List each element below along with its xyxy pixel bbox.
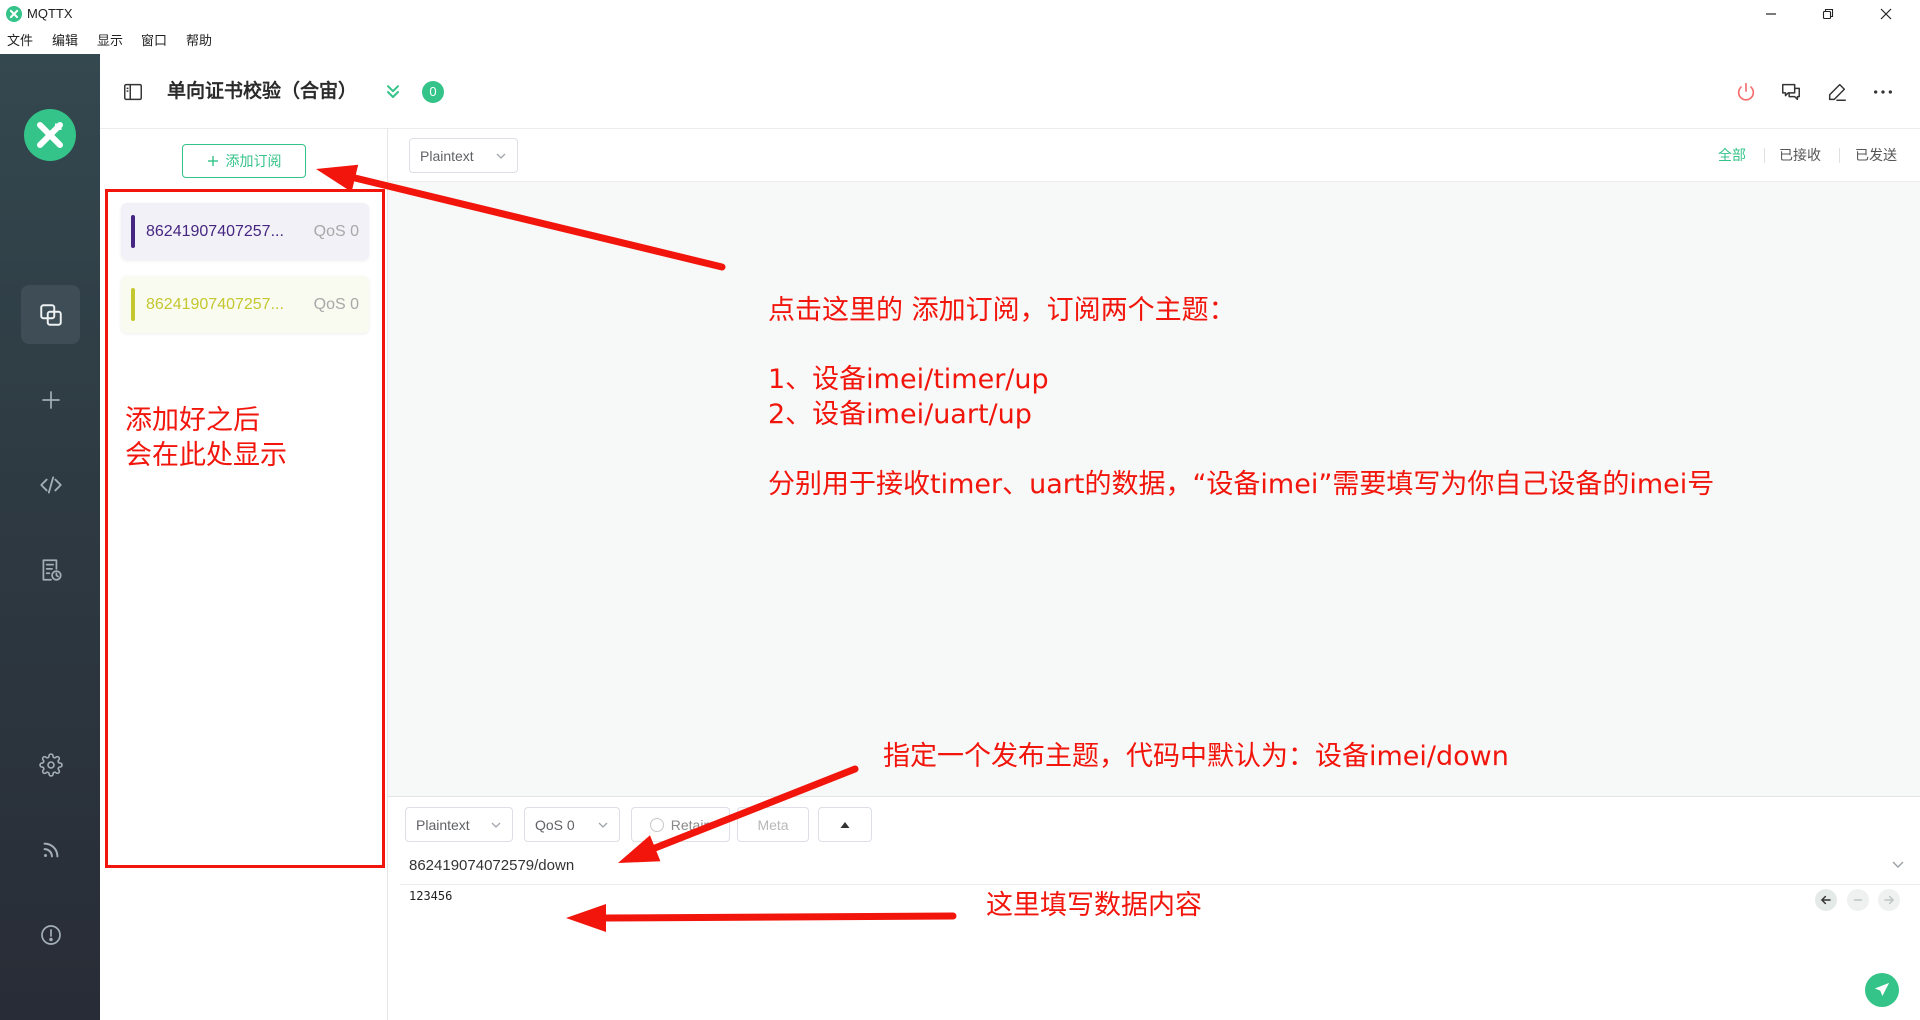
rss-icon bbox=[40, 839, 62, 861]
mqttx-logo-icon bbox=[6, 6, 22, 22]
menu-file[interactable]: 文件 bbox=[7, 28, 33, 54]
menu-help[interactable]: 帮助 bbox=[186, 28, 212, 54]
minimize-button[interactable] bbox=[1748, 0, 1794, 28]
message-format-value: Plaintext bbox=[420, 147, 474, 164]
add-subscription-label: 添加订阅 bbox=[225, 153, 282, 169]
publish-qos-select[interactable]: QoS 0 bbox=[524, 807, 620, 842]
connections-icon bbox=[38, 302, 64, 328]
sidebar-item-connections[interactable] bbox=[21, 285, 80, 344]
gear-icon bbox=[38, 752, 63, 777]
publish-qos-value: QoS 0 bbox=[535, 816, 575, 833]
meta-button[interactable]: Meta bbox=[737, 807, 809, 842]
sidebar bbox=[0, 54, 100, 1020]
caret-up-icon bbox=[840, 821, 850, 829]
publish-divider bbox=[400, 884, 1920, 885]
message-list[interactable] bbox=[388, 182, 1920, 796]
menu-window[interactable]: 窗口 bbox=[141, 28, 167, 54]
send-button[interactable] bbox=[1865, 973, 1899, 1007]
messages-icon bbox=[1780, 81, 1802, 103]
menu-edit[interactable]: 编辑 bbox=[52, 28, 78, 54]
connection-title: 单向证书校验（合宙） bbox=[167, 81, 358, 102]
messages-button[interactable] bbox=[1779, 80, 1803, 104]
log-icon bbox=[38, 557, 64, 583]
window-title: MQTTX bbox=[27, 6, 73, 21]
send-icon bbox=[1873, 981, 1891, 999]
subscription-color-bar bbox=[131, 288, 135, 321]
code-icon bbox=[38, 472, 64, 498]
filter-divider bbox=[1839, 148, 1840, 163]
filter-all[interactable]: 全部 bbox=[1718, 145, 1746, 165]
sidebar-item-about[interactable] bbox=[21, 905, 80, 964]
chevron-down-icon bbox=[490, 819, 502, 831]
plus-icon bbox=[39, 388, 63, 412]
history-clear-button[interactable] bbox=[1847, 889, 1869, 911]
sidebar-item-log[interactable] bbox=[21, 540, 80, 599]
history-prev-button[interactable] bbox=[1815, 889, 1837, 911]
chevron-double-down-icon[interactable] bbox=[383, 82, 403, 102]
mqttx-logo-icon bbox=[22, 107, 78, 163]
chevron-down-icon[interactable] bbox=[1890, 856, 1906, 872]
expand-publish-button[interactable] bbox=[818, 807, 872, 842]
edit-button[interactable] bbox=[1825, 80, 1849, 104]
message-format-select[interactable]: Plaintext bbox=[409, 138, 518, 173]
close-button[interactable] bbox=[1863, 0, 1909, 28]
arrow-right-icon bbox=[1882, 893, 1896, 907]
restore-button[interactable] bbox=[1805, 0, 1851, 28]
edit-icon bbox=[1826, 81, 1848, 103]
sidebar-item-settings[interactable] bbox=[21, 735, 80, 794]
retain-toggle[interactable]: Retain bbox=[631, 807, 730, 842]
minimize-icon bbox=[1765, 8, 1777, 20]
publish-format-select[interactable]: Plaintext bbox=[405, 807, 513, 842]
sidebar-item-new-connection[interactable] bbox=[21, 370, 80, 429]
menu-bar: 文件 编辑 显示 窗口 帮助 bbox=[0, 28, 1920, 54]
minus-icon bbox=[1851, 893, 1865, 907]
history-next-button[interactable] bbox=[1878, 889, 1900, 911]
publish-format-value: Plaintext bbox=[416, 816, 470, 833]
publish-payload-editor[interactable]: 123456 bbox=[409, 889, 1789, 1009]
messages-toolbar: Plaintext 全部 已接收 已发送 bbox=[388, 129, 1920, 182]
subscriptions-panel: 添加订阅 86241907407257... QoS 0 86241907407… bbox=[100, 129, 388, 1020]
subscription-item[interactable]: 86241907407257... QoS 0 bbox=[121, 203, 369, 260]
add-subscription-button[interactable]: 添加订阅 bbox=[182, 144, 306, 178]
filter-received[interactable]: 已接收 bbox=[1779, 145, 1821, 165]
chevron-down-icon bbox=[597, 819, 609, 831]
retain-radio[interactable] bbox=[649, 817, 664, 832]
sidebar-item-feed[interactable] bbox=[21, 820, 80, 879]
restore-icon bbox=[1822, 8, 1834, 20]
close-icon bbox=[1880, 8, 1892, 20]
subscription-qos: QoS 0 bbox=[313, 223, 359, 240]
arrow-left-icon bbox=[1819, 893, 1833, 907]
filter-divider bbox=[1764, 148, 1765, 163]
sidebar-item-script[interactable] bbox=[21, 455, 80, 514]
publish-panel: Plaintext QoS 0 Retain Meta 123456 bbox=[388, 796, 1920, 1020]
subscription-topic: 86241907407257... bbox=[146, 223, 284, 240]
unread-badge: 0 bbox=[422, 81, 444, 103]
retain-label: Retain bbox=[670, 816, 712, 833]
menu-view[interactable]: 显示 bbox=[97, 28, 123, 54]
subscription-topic: 86241907407257... bbox=[146, 296, 284, 313]
chevron-down-icon bbox=[495, 150, 507, 162]
sidebar-toggle-icon[interactable] bbox=[122, 81, 144, 103]
more-icon bbox=[1872, 81, 1894, 103]
connection-header: 单向证书校验（合宙） 0 bbox=[100, 54, 1920, 129]
title-bar: MQTTX bbox=[0, 0, 1920, 28]
messages-panel: Plaintext 全部 已接收 已发送 bbox=[388, 129, 1920, 796]
subscription-color-bar bbox=[131, 215, 135, 248]
subscription-item[interactable]: 86241907407257... QoS 0 bbox=[121, 276, 369, 333]
meta-label: Meta bbox=[757, 816, 789, 833]
publish-topic-input[interactable] bbox=[409, 853, 1879, 877]
subscription-qos: QoS 0 bbox=[313, 296, 359, 313]
more-button[interactable] bbox=[1871, 80, 1895, 104]
filter-published[interactable]: 已发送 bbox=[1855, 145, 1897, 165]
disconnect-button[interactable] bbox=[1734, 80, 1758, 104]
power-icon bbox=[1735, 81, 1757, 103]
info-icon bbox=[39, 923, 63, 947]
plus-icon bbox=[207, 155, 219, 167]
